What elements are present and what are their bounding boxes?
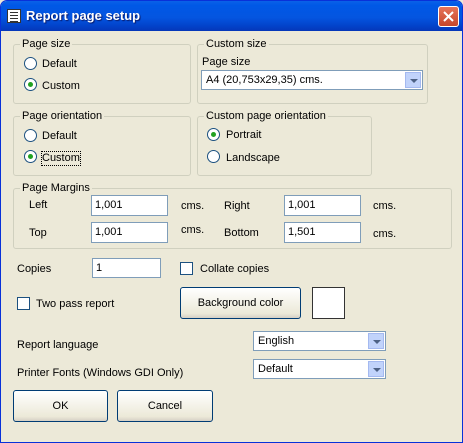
landscape-label[interactable]: Landscape (226, 152, 280, 165)
page-size-custom-label[interactable]: Custom (42, 80, 80, 93)
report-language-value: English (258, 335, 295, 347)
custom-page-size-label: Page size (202, 56, 251, 68)
margin-left-input[interactable]: 1,001 (91, 195, 168, 216)
portrait-label[interactable]: Portrait (226, 129, 261, 142)
chevron-down-icon[interactable] (368, 361, 384, 377)
page-size-select-value: A4 (20,753x29,35) cms. (206, 74, 323, 86)
page-size-default-radio[interactable] (24, 57, 37, 70)
chevron-down-icon[interactable] (368, 333, 384, 349)
collate-copies-label[interactable]: Collate copies (200, 263, 269, 276)
copies-input[interactable]: 1 (92, 258, 161, 278)
two-pass-report-label[interactable]: Two pass report (36, 298, 114, 311)
ok-button[interactable]: OK (13, 390, 108, 422)
printer-fonts-label: Printer Fonts (Windows GDI Only) (17, 367, 184, 379)
margin-right-input[interactable]: 1,001 (284, 195, 361, 216)
orientation-custom-radio[interactable] (24, 150, 37, 163)
page-size-group-label: Page size (20, 38, 73, 50)
custom-size-group-label: Custom size (204, 38, 269, 50)
background-color-swatch[interactable] (312, 287, 345, 319)
report-language-label: Report language (17, 339, 99, 351)
collate-copies-checkbox[interactable] (180, 262, 193, 275)
background-color-button[interactable]: Background color (180, 287, 301, 319)
portrait-radio[interactable] (207, 128, 220, 141)
custom-orientation-group-label: Custom page orientation (204, 110, 328, 122)
two-pass-report-checkbox[interactable] (17, 297, 30, 310)
page-margins-group-label: Page Margins (20, 182, 92, 194)
margin-right-label: Right (224, 200, 250, 212)
margin-left-label: Left (29, 199, 48, 211)
page-size-group: Page size (13, 38, 191, 104)
page-size-select[interactable]: A4 (20,753x29,35) cms. (201, 70, 423, 90)
report-language-select[interactable]: English (253, 331, 386, 351)
margin-left-unit: cms. (181, 200, 205, 212)
custom-orientation-group: Custom page orientation (197, 110, 372, 176)
chevron-down-icon[interactable] (405, 72, 421, 88)
margin-bottom-label: Bottom (224, 227, 259, 239)
printer-fonts-select[interactable]: Default (253, 359, 386, 379)
orientation-custom-label[interactable]: Custom (41, 151, 81, 166)
close-button[interactable] (438, 6, 459, 27)
orientation-default-radio[interactable] (24, 129, 37, 142)
page-size-custom-radio[interactable] (24, 78, 37, 91)
report-page-setup-dialog: Report page setup Page size Default Cust… (0, 0, 463, 443)
margin-bottom-input[interactable]: 1,501 (284, 222, 361, 243)
orientation-default-label[interactable]: Default (42, 130, 77, 143)
landscape-radio[interactable] (207, 150, 220, 163)
margin-top-unit: cms. (181, 224, 205, 236)
margin-top-input[interactable]: 1,001 (91, 222, 168, 243)
copies-label: Copies (17, 263, 52, 275)
margin-bottom-unit: cms. (373, 228, 397, 240)
page-orientation-group: Page orientation (13, 110, 191, 176)
margin-top-label: Top (29, 227, 47, 239)
close-icon (443, 11, 454, 22)
margin-right-unit: cms. (373, 200, 397, 212)
page-orientation-group-label: Page orientation (20, 110, 105, 122)
title-bar[interactable]: Report page setup (1, 1, 462, 31)
cancel-button[interactable]: Cancel (117, 390, 213, 422)
printer-fonts-value: Default (258, 363, 293, 375)
window-title: Report page setup (26, 8, 141, 23)
page-size-default-label[interactable]: Default (42, 58, 77, 71)
report-app-icon (7, 9, 21, 23)
